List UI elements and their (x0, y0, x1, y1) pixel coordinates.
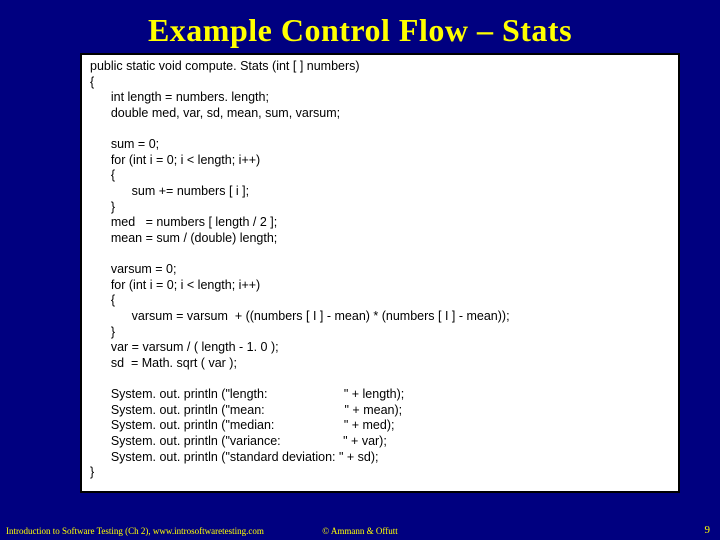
footer-center: © Ammann & Offutt (0, 526, 720, 536)
slide-title: Example Control Flow – Stats (0, 0, 720, 53)
slide: Example Control Flow – Stats public stat… (0, 0, 720, 540)
footer: Introduction to Software Testing (Ch 2),… (0, 520, 720, 536)
code-content: public static void compute. Stats (int [… (90, 59, 670, 481)
slide-number: 9 (705, 524, 711, 536)
code-box: public static void compute. Stats (int [… (80, 53, 680, 493)
